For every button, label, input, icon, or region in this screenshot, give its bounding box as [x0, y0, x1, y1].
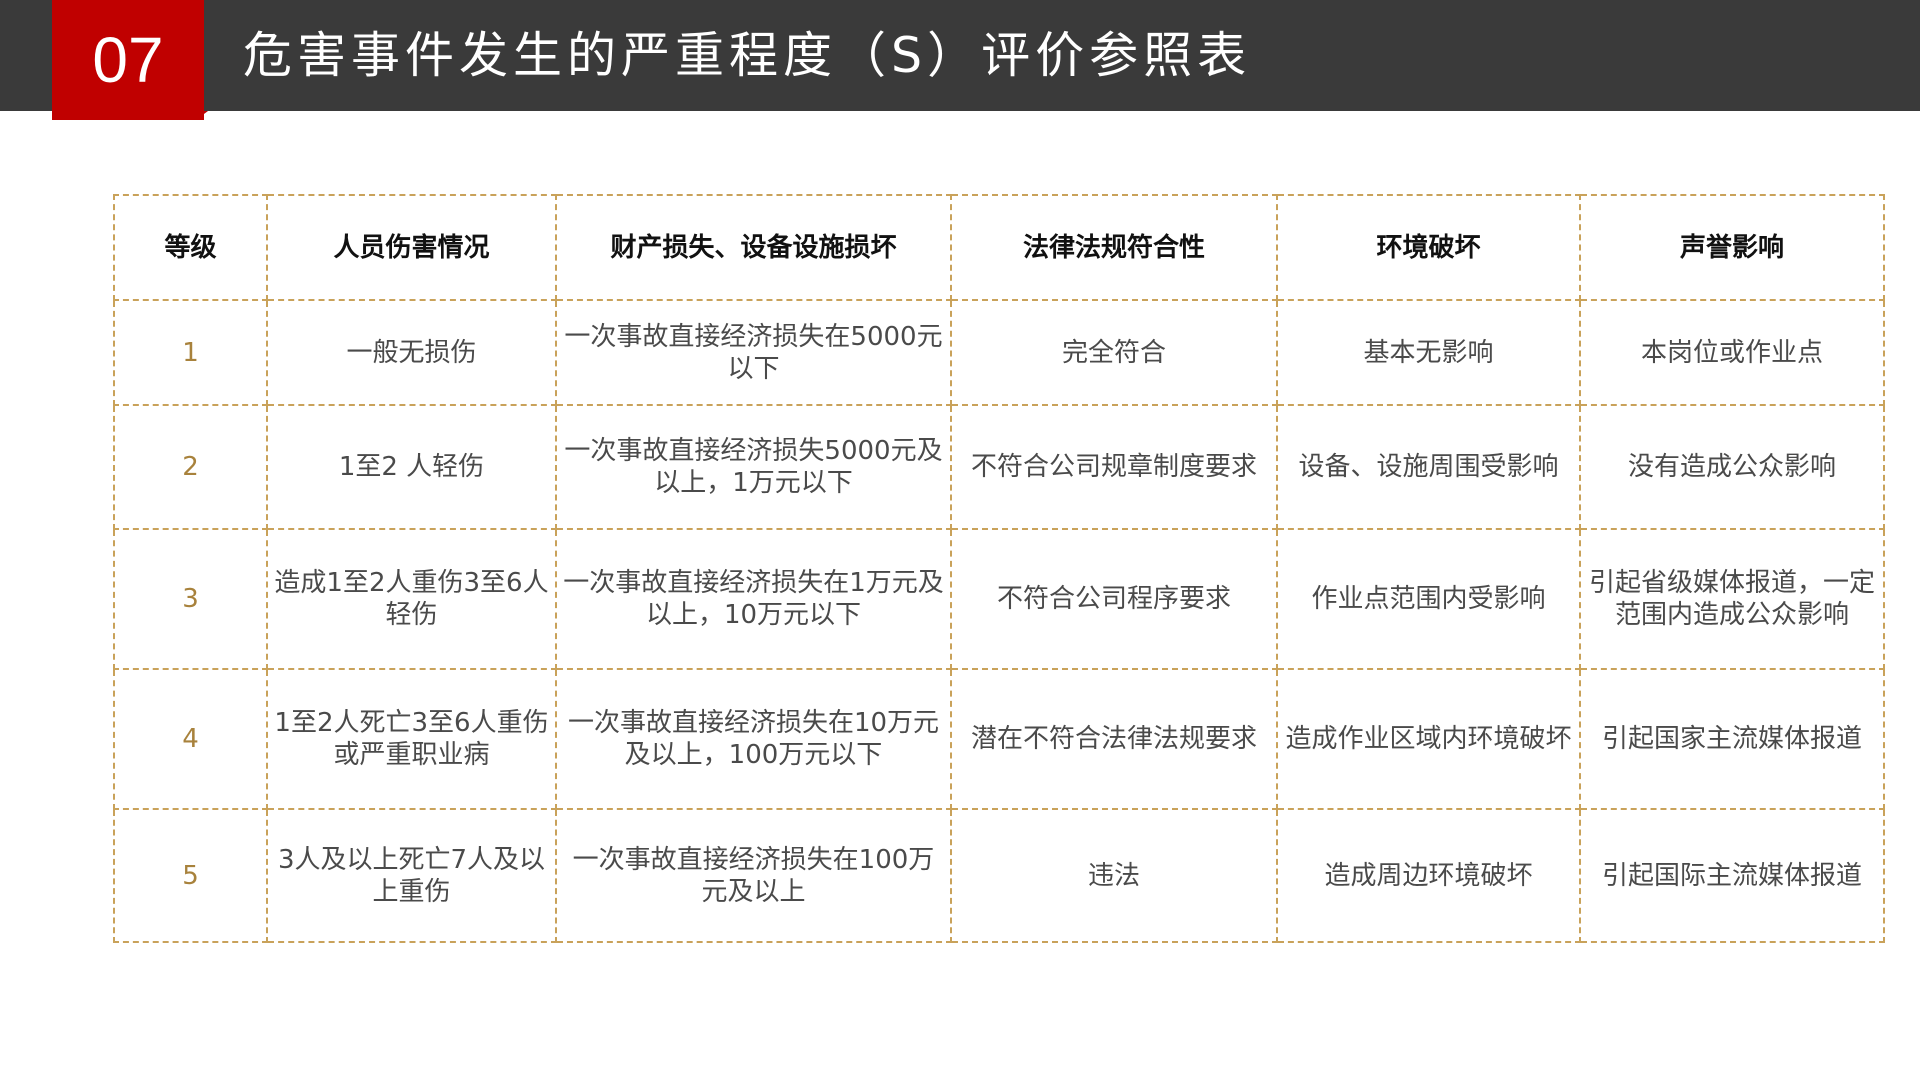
personnel-injury-cell: 3人及以上死亡7人及以上重伤 — [266, 808, 557, 943]
reputation-impact-cell: 引起国家主流媒体报道 — [1579, 668, 1885, 810]
header-property-loss: 财产损失、设备设施损坏 — [555, 194, 952, 301]
reputation-impact-cell: 引起国际主流媒体报道 — [1579, 808, 1885, 943]
badge-notch — [196, 111, 208, 120]
legal-compliance-cell: 不符合公司程序要求 — [950, 528, 1278, 670]
property-loss-cell: 一次事故直接经济损失在10万元及以上，100万元以下 — [555, 668, 952, 810]
table-row: 3 造成1至2人重伤3至6人轻伤 一次事故直接经济损失在1万元及以上，10万元以… — [113, 528, 1885, 670]
environmental-damage-cell: 设备、设施周围受影响 — [1276, 404, 1581, 530]
section-number-badge: 07 — [52, 0, 204, 120]
level-cell: 1 — [113, 299, 268, 406]
environmental-damage-cell: 基本无影响 — [1276, 299, 1581, 406]
personnel-injury-cell: 1至2 人轻伤 — [266, 404, 557, 530]
table-row: 4 1至2人死亡3至6人重伤或严重职业病 一次事故直接经济损失在10万元及以上，… — [113, 668, 1885, 810]
property-loss-cell: 一次事故直接经济损失在100万元及以上 — [555, 808, 952, 943]
header-level: 等级 — [113, 194, 268, 301]
environmental-damage-cell: 作业点范围内受影响 — [1276, 528, 1581, 670]
personnel-injury-cell: 1至2人死亡3至6人重伤或严重职业病 — [266, 668, 557, 810]
reputation-impact-cell: 本岗位或作业点 — [1579, 299, 1885, 406]
header-personnel-injury: 人员伤害情况 — [266, 194, 557, 301]
table-row: 5 3人及以上死亡7人及以上重伤 一次事故直接经济损失在100万元及以上 违法 … — [113, 808, 1885, 943]
personnel-injury-cell: 一般无损伤 — [266, 299, 557, 406]
reputation-impact-cell: 引起省级媒体报道，一定范围内造成公众影响 — [1579, 528, 1885, 670]
reputation-impact-cell: 没有造成公众影响 — [1579, 404, 1885, 530]
level-cell: 2 — [113, 404, 268, 530]
property-loss-cell: 一次事故直接经济损失在5000元以下 — [555, 299, 952, 406]
header-environmental-damage: 环境破坏 — [1276, 194, 1581, 301]
legal-compliance-cell: 潜在不符合法律法规要求 — [950, 668, 1278, 810]
environmental-damage-cell: 造成作业区域内环境破坏 — [1276, 668, 1581, 810]
environmental-damage-cell: 造成周边环境破坏 — [1276, 808, 1581, 943]
property-loss-cell: 一次事故直接经济损失5000元及以上，1万元以下 — [555, 404, 952, 530]
legal-compliance-cell: 违法 — [950, 808, 1278, 943]
legal-compliance-cell: 完全符合 — [950, 299, 1278, 406]
personnel-injury-cell: 造成1至2人重伤3至6人轻伤 — [266, 528, 557, 670]
level-cell: 5 — [113, 808, 268, 943]
property-loss-cell: 一次事故直接经济损失在1万元及以上，10万元以下 — [555, 528, 952, 670]
severity-reference-table: 等级 人员伤害情况 财产损失、设备设施损坏 法律法规符合性 环境破坏 声誉影响 … — [113, 194, 1885, 943]
table-row: 1 一般无损伤 一次事故直接经济损失在5000元以下 完全符合 基本无影响 本岗… — [113, 299, 1885, 406]
level-cell: 3 — [113, 528, 268, 670]
page-title: 危害事件发生的严重程度（S）评价参照表 — [243, 27, 1252, 84]
level-cell: 4 — [113, 668, 268, 810]
header-legal-compliance: 法律法规符合性 — [950, 194, 1278, 301]
table-header-row: 等级 人员伤害情况 财产损失、设备设施损坏 法律法规符合性 环境破坏 声誉影响 — [113, 194, 1885, 301]
legal-compliance-cell: 不符合公司规章制度要求 — [950, 404, 1278, 530]
table-row: 2 1至2 人轻伤 一次事故直接经济损失5000元及以上，1万元以下 不符合公司… — [113, 404, 1885, 530]
header-reputation-impact: 声誉影响 — [1579, 194, 1885, 301]
